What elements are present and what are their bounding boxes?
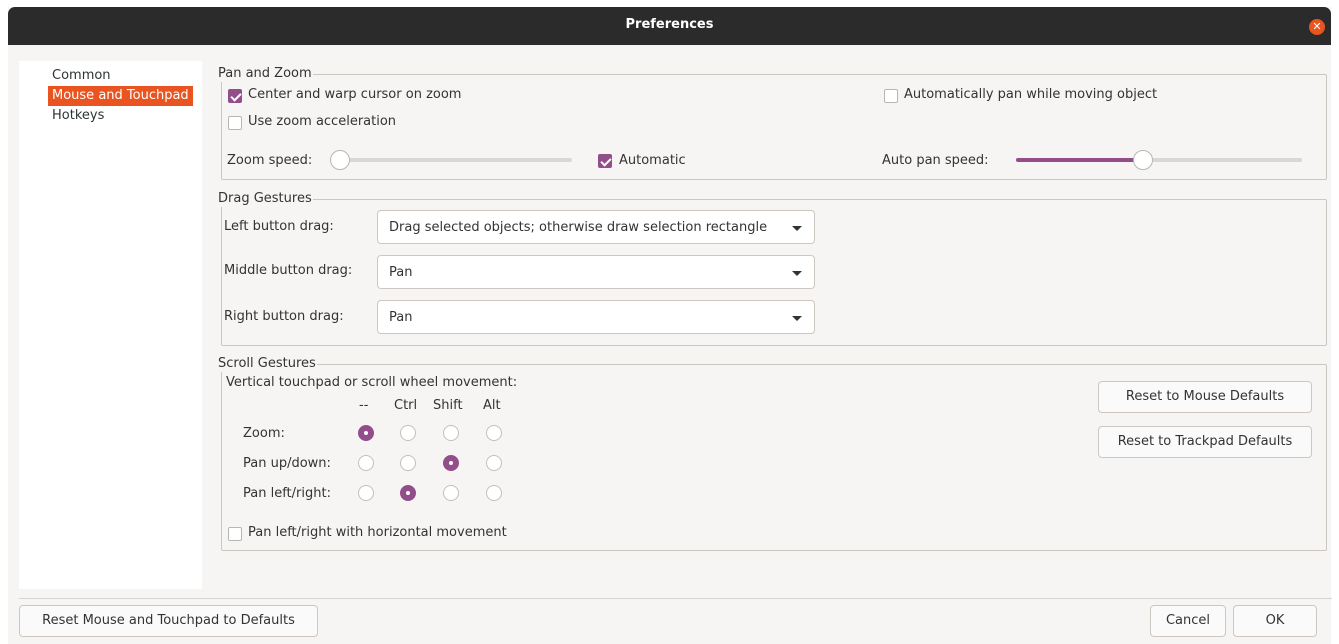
sidebar-item-hotkeys[interactable]: Hotkeys xyxy=(48,106,108,126)
zoom-none-radio[interactable] xyxy=(358,425,374,441)
middle-drag-label: Middle button drag: xyxy=(224,263,353,278)
chevron-down-icon xyxy=(792,316,802,321)
left-drag-select[interactable]: Drag selected objects; otherwise draw se… xyxy=(377,210,815,244)
auto-pan-speed-slider[interactable] xyxy=(1016,150,1302,170)
zoom-speed-slider[interactable] xyxy=(330,150,572,170)
right-drag-value: Pan xyxy=(389,310,413,325)
reset-trackpad-defaults-button[interactable]: Reset to Trackpad Defaults xyxy=(1098,426,1312,458)
column-none: -- xyxy=(359,398,369,413)
zoom-accel-label: Use zoom acceleration xyxy=(248,114,397,129)
column-alt: Alt xyxy=(483,398,501,413)
auto-pan-checkbox[interactable] xyxy=(884,89,898,103)
panlr-none-radio[interactable] xyxy=(358,485,374,501)
sidebar: Common Mouse and Touchpad Hotkeys xyxy=(19,61,202,589)
panud-ctrl-radio[interactable] xyxy=(400,455,416,471)
zoom-shift-radio[interactable] xyxy=(443,425,459,441)
left-drag-value: Drag selected objects; otherwise draw se… xyxy=(389,220,768,235)
cancel-button[interactable]: Cancel xyxy=(1150,605,1226,637)
middle-drag-value: Pan xyxy=(389,265,413,280)
preferences-window: Preferences ✕ Common Mouse and Touchpad … xyxy=(8,7,1332,644)
close-icon[interactable]: ✕ xyxy=(1309,19,1325,35)
left-drag-label: Left button drag: xyxy=(224,219,334,234)
zoom-speed-label: Zoom speed: xyxy=(227,153,313,168)
column-ctrl: Ctrl xyxy=(394,398,418,413)
row-pan-updown-label: Pan up/down: xyxy=(243,456,331,471)
auto-pan-label: Automatically pan while moving object xyxy=(904,87,1158,102)
zoom-ctrl-radio[interactable] xyxy=(400,425,416,441)
panud-shift-radio[interactable] xyxy=(443,455,459,471)
sidebar-item-common[interactable]: Common xyxy=(48,66,115,86)
sidebar-item-mouse-and-touchpad[interactable]: Mouse and Touchpad xyxy=(48,86,193,106)
right-drag-label: Right button drag: xyxy=(224,309,344,324)
reset-mouse-defaults-button[interactable]: Reset to Mouse Defaults xyxy=(1098,381,1312,413)
horizontal-movement-checkbox[interactable] xyxy=(228,527,242,541)
footer-separator xyxy=(19,598,1332,599)
panlr-ctrl-radio[interactable] xyxy=(400,485,416,501)
column-shift: Shift xyxy=(433,398,463,413)
auto-pan-speed-label: Auto pan speed: xyxy=(882,153,989,168)
automatic-label: Automatic xyxy=(619,153,686,168)
chevron-down-icon xyxy=(792,271,802,276)
row-zoom-label: Zoom: xyxy=(243,426,285,441)
center-warp-label: Center and warp cursor on zoom xyxy=(248,87,462,102)
panlr-shift-radio[interactable] xyxy=(443,485,459,501)
horizontal-movement-label: Pan left/right with horizontal movement xyxy=(248,525,507,540)
panlr-alt-radio[interactable] xyxy=(486,485,502,501)
zoom-speed-slider-knob[interactable] xyxy=(330,150,350,170)
title-bar: Preferences ✕ xyxy=(8,7,1331,45)
zoom-alt-radio[interactable] xyxy=(486,425,502,441)
scroll-gestures-title: Scroll Gestures xyxy=(217,356,317,372)
auto-pan-speed-fill xyxy=(1016,158,1143,162)
panud-none-radio[interactable] xyxy=(358,455,374,471)
zoom-accel-checkbox[interactable] xyxy=(228,116,242,130)
right-drag-select[interactable]: Pan xyxy=(377,300,815,334)
automatic-checkbox[interactable] xyxy=(598,154,612,168)
reset-all-defaults-button[interactable]: Reset Mouse and Touchpad to Defaults xyxy=(19,605,318,637)
pan-zoom-title: Pan and Zoom xyxy=(217,66,313,82)
chevron-down-icon xyxy=(792,226,802,231)
drag-gestures-title: Drag Gestures xyxy=(217,191,313,207)
ok-button[interactable]: OK xyxy=(1233,605,1317,637)
panud-alt-radio[interactable] xyxy=(486,455,502,471)
row-pan-leftright-label: Pan left/right: xyxy=(243,486,331,501)
scroll-subtitle: Vertical touchpad or scroll wheel moveme… xyxy=(226,375,518,390)
middle-drag-select[interactable]: Pan xyxy=(377,255,815,289)
window-title: Preferences xyxy=(625,17,714,32)
center-warp-checkbox[interactable] xyxy=(228,89,242,103)
auto-pan-speed-slider-knob[interactable] xyxy=(1133,150,1153,170)
